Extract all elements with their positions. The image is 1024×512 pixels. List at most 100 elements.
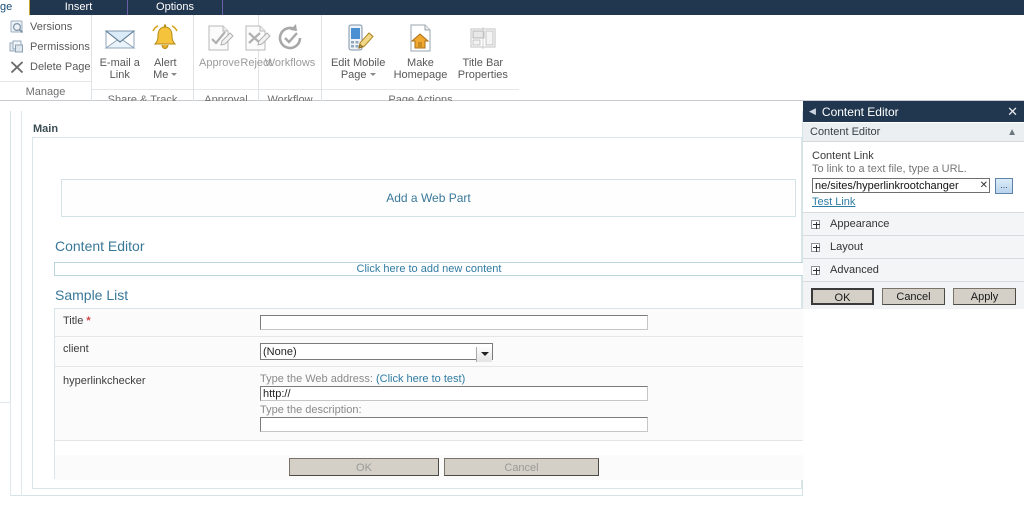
tool-pane-title: Content Editor	[821, 104, 899, 119]
ribbon-button-label: Approve	[199, 57, 240, 69]
ribbon-groups: Versions Permissions Delete Page Manage E-ma…	[0, 15, 1024, 106]
title-input[interactable]	[260, 315, 648, 330]
content-link-input-wrap: ✕	[812, 178, 990, 193]
form-field-label-cell: client	[55, 336, 260, 367]
workflows-icon	[274, 22, 306, 54]
content-link-label: Content Link	[812, 150, 874, 162]
ribbon-group-page-actions: Edit Mobile Page Make Homepage Title Bar P…	[322, 15, 519, 106]
tool-pane-ok-button[interactable]: OK	[811, 288, 874, 305]
ribbon-tab-bar: ge Insert Options	[0, 0, 1024, 15]
sample-list-form: Title * client (None) hyperlinkchecker Type t…	[54, 308, 805, 480]
page-canvas: Main Add a Web Part Content Editor Click…	[0, 101, 1024, 512]
ribbon-button-make-homepage[interactable]: Make Homepage	[389, 19, 451, 89]
ribbon-tabs: ge Insert Options	[0, 0, 223, 15]
ribbon-button-edit-mobile-page[interactable]: Edit Mobile Page	[327, 19, 389, 89]
ribbon-button-permissions[interactable]: Permissions	[5, 37, 94, 57]
ribbon-button-label: E-mail a Link	[99, 57, 140, 81]
ribbon-button-workflows[interactable]: Workflows	[264, 19, 316, 89]
tool-pane-section-title: Content Editor	[810, 126, 881, 138]
form-cancel-button[interactable]: Cancel	[444, 458, 599, 476]
approve-icon	[203, 22, 235, 54]
tool-pane-section-layout[interactable]: Layout	[803, 235, 1024, 258]
browse-button[interactable]: ...	[995, 178, 1013, 194]
form-field-label-cell: hyperlinkchecker	[55, 366, 260, 441]
form-table: Title * client (None) hyperlinkchecker Type t…	[55, 309, 803, 441]
ribbon-group-share-track: E-mail a Link Alert Me Share & Track	[92, 15, 194, 106]
permissions-icon	[9, 39, 25, 55]
form-field-value-cell: (None)	[260, 336, 803, 367]
form-row: Title *	[55, 309, 803, 337]
expand-plus-icon[interactable]	[811, 219, 820, 229]
close-icon[interactable]: ✕	[1007, 104, 1018, 120]
zone-label: Main	[33, 123, 59, 135]
ribbon-button-alert-me[interactable]: Alert Me	[143, 19, 189, 89]
test-link[interactable]: Test Link	[812, 196, 855, 208]
tool-pane-section-advanced[interactable]: Advanced	[803, 258, 1024, 281]
tool-pane-header: ◀ Content Editor ✕	[803, 101, 1024, 122]
tool-pane-cancel-button[interactable]: Cancel	[882, 288, 945, 305]
ribbon-button-delete-page[interactable]: Delete Page	[5, 57, 95, 77]
tool-pane-section-label: Layout	[830, 241, 864, 253]
make-homepage-icon	[404, 22, 436, 54]
client-select-wrap: (None)	[260, 343, 493, 362]
edit-mobile-page-icon	[342, 22, 374, 54]
form-field-label-cell: Title *	[55, 309, 260, 337]
ribbon-tab-options[interactable]: Options	[128, 0, 223, 15]
ribbon-tab-ge[interactable]: ge	[0, 0, 30, 15]
ribbon-button-label: Alert Me	[153, 57, 178, 81]
content-link-input[interactable]	[812, 178, 990, 193]
ribbon-tab-label: Options	[156, 1, 194, 13]
ribbon-group-items: Versions Permissions Delete Page	[0, 15, 91, 81]
form-actions: OK Cancel	[55, 455, 805, 480]
ribbon-group-approval: Approve Reject Approval	[194, 15, 272, 106]
tool-pane-section-label: Appearance	[830, 218, 890, 230]
ribbon-group-workflow: Workflows Workflow	[259, 15, 322, 106]
tool-pane-section-header[interactable]: Content Editor ▲	[803, 122, 1024, 142]
web-part-zone: Add a Web Part Content Editor Click here…	[32, 137, 805, 489]
ribbon-button-label: Delete Page	[30, 61, 91, 73]
form-field-value-cell	[260, 309, 803, 337]
chevron-down-icon[interactable]	[369, 73, 376, 77]
content-link-hint: To link to a text file, type a URL.	[812, 163, 967, 175]
content-editor-webpart-title: Content Editor	[55, 238, 145, 254]
add-web-part-button[interactable]: Add a Web Part	[61, 179, 796, 217]
back-arrow-icon[interactable]: ◀	[809, 106, 816, 117]
ribbon-tab-insert[interactable]: Insert	[30, 0, 128, 15]
ribbon-button-approve[interactable]: Approve	[199, 19, 240, 89]
add-content-label: Click here to add new content	[356, 263, 502, 275]
ribbon-button-title-bar-properties[interactable]: Title Bar Properties	[452, 19, 514, 89]
hyperlink-description-input[interactable]	[260, 417, 648, 432]
versions-icon	[9, 19, 25, 35]
url-test-link[interactable]: (Click here to test)	[376, 373, 465, 385]
url-hint: Type the Web address: (Click here to tes…	[260, 373, 799, 385]
chevron-down-icon[interactable]	[476, 346, 492, 362]
add-content-button[interactable]: Click here to add new content	[54, 262, 804, 276]
expand-plus-icon[interactable]	[811, 242, 820, 252]
required-asterisk: *	[86, 315, 91, 327]
content-link-section: Content Link To link to a text file, typ…	[803, 142, 1024, 212]
tool-pane-section-appearance[interactable]: Appearance	[803, 212, 1024, 235]
sharepoint-page: ge Insert Options Versions Permissions Delet…	[0, 0, 1024, 512]
tool-pane-apply-button[interactable]: Apply	[953, 288, 1016, 305]
chevron-up-icon[interactable]: ▲	[1007, 127, 1017, 138]
ribbon-group-label: Manage	[0, 81, 91, 101]
client-select[interactable]: (None)	[260, 343, 493, 360]
ribbon-button-label: Versions	[30, 21, 73, 33]
left-rail	[11, 111, 22, 496]
form-ok-button[interactable]: OK	[289, 458, 439, 476]
ribbon-button-versions[interactable]: Versions	[5, 17, 76, 37]
ribbon-button-label: Workflows	[264, 57, 316, 69]
form-field-label: Title	[63, 315, 84, 327]
form-field-value-cell: Type the Web address: (Click here to tes…	[260, 366, 803, 441]
ribbon-tab-label: Insert	[64, 1, 93, 13]
delete-page-icon	[9, 59, 25, 75]
chevron-down-icon[interactable]	[171, 73, 178, 77]
tool-pane-footer: OK Cancel Apply	[803, 281, 1024, 309]
clear-icon[interactable]: ✕	[980, 178, 988, 193]
expand-plus-icon[interactable]	[811, 265, 820, 275]
left-rail-segment	[0, 402, 11, 496]
ribbon-button-email-link[interactable]: E-mail a Link	[97, 19, 143, 89]
ribbon-group-items: Approve Reject	[194, 15, 272, 89]
ribbon-body: Versions Permissions Delete Page Manage E-ma…	[0, 15, 1024, 106]
hyperlink-url-input[interactable]	[260, 386, 648, 401]
